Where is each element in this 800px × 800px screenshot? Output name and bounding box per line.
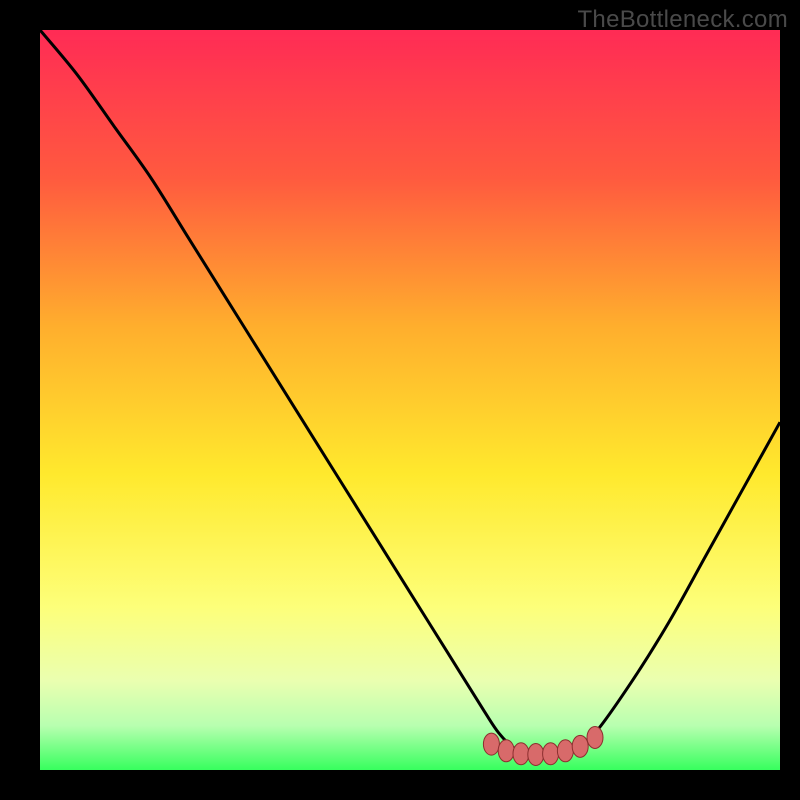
- marker-dot: [587, 726, 603, 748]
- plot-background: [40, 30, 780, 770]
- marker-dot: [513, 743, 529, 765]
- marker-dot: [543, 743, 559, 765]
- marker-dot: [557, 740, 573, 762]
- marker-dot: [498, 740, 514, 762]
- marker-dot: [572, 735, 588, 757]
- bottleneck-chart: [0, 0, 800, 800]
- marker-dot: [483, 733, 499, 755]
- marker-dot: [528, 743, 544, 765]
- chart-frame: TheBottleneck.com: [0, 0, 800, 800]
- watermark-text: TheBottleneck.com: [577, 6, 788, 34]
